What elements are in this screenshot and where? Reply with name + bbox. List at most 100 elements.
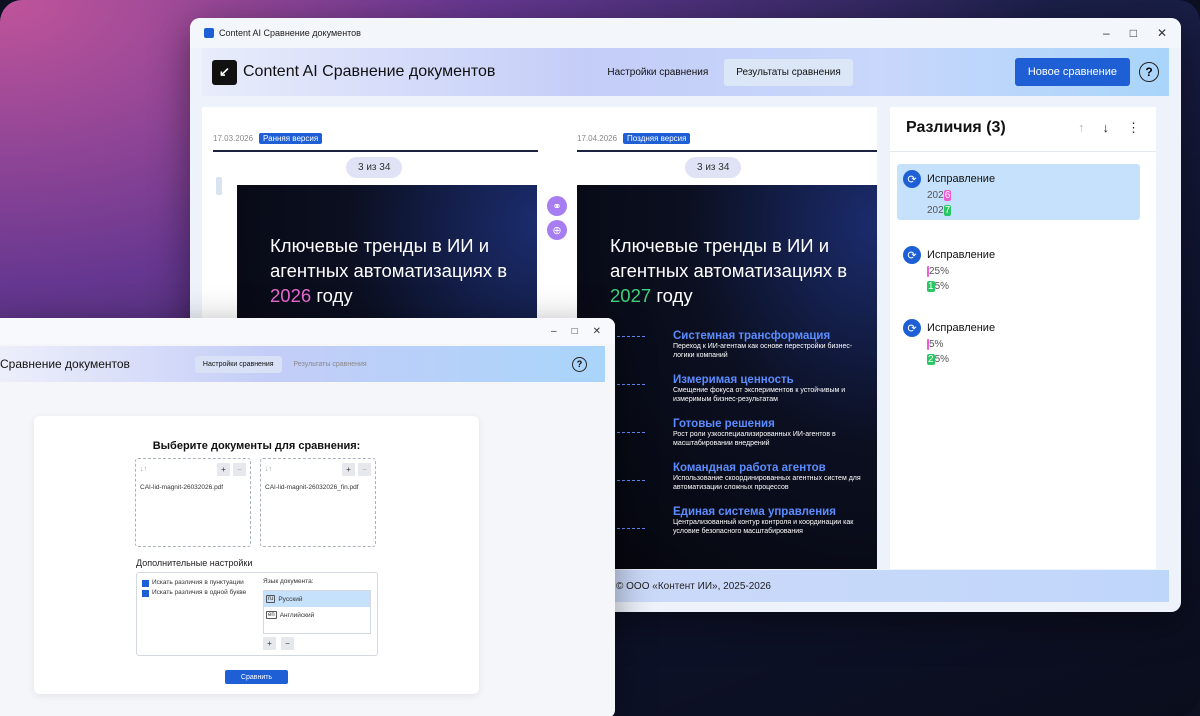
diff-new: 2027 <box>927 203 1132 218</box>
diff-item[interactable]: ⟳ Исправление 25% 15% <box>897 240 1140 296</box>
sync-icon: ⟳ <box>903 170 921 188</box>
lang-name: Русский <box>278 595 303 603</box>
right-pane-header: 17.04.2026 Поздняя версия <box>577 107 877 149</box>
settings-window: – □ ✕ Сравнение документов Настройки сра… <box>0 318 615 716</box>
minimize-button[interactable]: – <box>1103 26 1110 40</box>
remove-language-button[interactable]: − <box>281 637 294 650</box>
item-title: Командная работа агентов <box>673 462 826 474</box>
link-icon[interactable]: ⚭ <box>547 196 567 216</box>
lang-code: ru <box>266 595 276 603</box>
language-item-en[interactable]: en Английский <box>264 607 370 623</box>
help-icon[interactable]: ? <box>572 356 587 372</box>
close-button[interactable]: ✕ <box>1157 26 1167 40</box>
diff-old: 5% <box>927 337 1132 352</box>
diff-old: 25% <box>927 264 1132 279</box>
left-slide-title: Ключевые тренды в ИИ и агентных автомати… <box>270 233 537 308</box>
left-date: 17.03.2026 <box>213 133 254 143</box>
slide-item: Готовые решения Рост роли узкоспециализи… <box>673 418 873 448</box>
new-compare-button[interactable]: Новое сравнение <box>1014 58 1130 86</box>
checkbox[interactable] <box>142 580 149 587</box>
diff-new: 15% <box>927 279 1132 294</box>
left-year-base: 202 <box>270 285 301 306</box>
left-scroll-handle[interactable] <box>216 177 222 195</box>
arrow-up-icon[interactable]: ↑ <box>1078 120 1085 136</box>
option-label: Искать различия в одной букве <box>152 589 247 596</box>
right-date: 17.04.2026 <box>577 133 618 143</box>
lang-code: en <box>266 611 277 619</box>
maximize-button[interactable]: □ <box>572 326 578 337</box>
item-desc: Переход к ИИ-агентам как основе перестро… <box>673 343 853 359</box>
file-name[interactable]: CAI-lid-magnit-26032026_fin.pdf <box>265 484 371 491</box>
options-box: Искать различия в пунктуации Искать разл… <box>136 572 378 656</box>
file-dropzone-right[interactable]: ↓↑ + − CAI-lid-magnit-26032026_fin.pdf <box>260 458 376 547</box>
item-title: Системная трансформация <box>673 330 831 342</box>
right-title-text: Ключевые тренды в ИИ и агентных автомати… <box>610 235 848 281</box>
remove-button[interactable]: − <box>233 463 246 476</box>
add-button[interactable]: + <box>342 463 355 476</box>
diff-new-mark: 7 <box>943 205 952 216</box>
remove-button[interactable]: − <box>358 463 371 476</box>
slide-item: Единая система управления Централизованн… <box>673 506 873 536</box>
lang-name: Английский <box>279 611 315 619</box>
early-version-badge: Ранняя версия <box>259 132 323 144</box>
diff-new-base: 202 <box>927 205 944 216</box>
option-label: Искать различия в пунктуации <box>152 579 244 586</box>
tab-settings[interactable]: Настройки сравнения <box>595 59 720 86</box>
minimize-button[interactable]: – <box>551 326 557 337</box>
diff-item[interactable]: ⟳ Исправление 2026 2027 <box>897 164 1140 220</box>
file-dropzone-left[interactable]: ↓↑ + − CAI-lid-magnit-26032026.pdf <box>135 458 251 547</box>
checkbox[interactable] <box>142 590 149 597</box>
left-title-text: Ключевые тренды в ИИ и агентных автомати… <box>270 235 508 281</box>
left-year-digit: 6 <box>300 285 312 306</box>
close-button[interactable]: ✕ <box>593 326 601 337</box>
add-button[interactable]: + <box>217 463 230 476</box>
diff-new-mark: 1 <box>927 281 935 292</box>
right-slide: Ключевые тренды в ИИ и агентных автомати… <box>577 185 877 569</box>
app-header: ↙ Content AI Сравнение документов Настро… <box>202 48 1169 96</box>
maximize-button[interactable]: □ <box>1130 26 1137 40</box>
slide-items: Системная трансформация Переход к ИИ-аге… <box>673 330 873 550</box>
item-title: Готовые решения <box>673 418 775 430</box>
compare-button[interactable]: Сравнить <box>225 670 288 684</box>
right-page-counter: 3 из 34 <box>685 157 742 178</box>
right-year: 2027 <box>610 285 651 306</box>
left-pane-rule <box>213 150 538 152</box>
main-nav: Настройки сравнения Результаты сравнения <box>595 58 853 86</box>
tab-results[interactable]: Результаты сравнения <box>724 58 853 86</box>
zoom-icon[interactable]: ⊕ <box>547 220 567 240</box>
slide-item: Командная работа агентов Использование с… <box>673 462 873 492</box>
item-desc: Смещение фокуса от экспериментов к устой… <box>673 387 846 403</box>
sort-icon[interactable]: ↓↑ <box>140 466 147 473</box>
item-title: Единая система управления <box>673 506 836 518</box>
extra-settings-title: Дополнительные настройки <box>136 558 253 568</box>
compare-card: Выберите документы для сравнения: ↓↑ + −… <box>34 416 479 694</box>
diff-old: 2026 <box>927 188 1132 203</box>
add-language-button[interactable]: + <box>263 637 276 650</box>
tab-results[interactable]: Результаты сравнения <box>286 356 375 373</box>
diff-panel: Различия (3) ↑ ↓ ⋮ ⟳ Исправление 2026 20… <box>890 107 1156 569</box>
app-title: Content AI Сравнение документов <box>243 63 496 80</box>
settings-titlebar: – □ ✕ <box>0 318 615 344</box>
help-icon[interactable]: ? <box>1139 62 1159 82</box>
settings-app-title: Сравнение документов <box>0 357 130 371</box>
late-version-badge: Поздняя версия <box>623 132 691 144</box>
arrow-down-icon[interactable]: ↓ <box>1103 120 1110 136</box>
more-icon[interactable]: ⋮ <box>1127 120 1140 136</box>
diff-old-base: 202 <box>927 190 944 201</box>
diff-new-mark: 2 <box>927 354 935 365</box>
diff-new-rest: 5% <box>934 354 950 365</box>
option-punctuation[interactable]: Искать различия в пунктуации <box>142 579 252 587</box>
tab-settings[interactable]: Настройки сравнения <box>194 355 282 373</box>
diff-type: Исправление <box>927 322 996 334</box>
option-single-letter[interactable]: Искать различия в одной букве <box>142 589 252 597</box>
diff-item[interactable]: ⟳ Исправление 5% 25% <box>897 313 1140 369</box>
file-name[interactable]: CAI-lid-magnit-26032026.pdf <box>140 484 246 491</box>
language-item-ru[interactable]: ru Русский <box>264 591 370 607</box>
language-label: Язык документа: <box>263 578 314 585</box>
item-desc: Использование скоординированных агентных… <box>673 475 861 491</box>
sort-icon[interactable]: ↓↑ <box>265 466 272 473</box>
settings-nav: Настройки сравнения Результаты сравнения <box>194 355 375 373</box>
slide-item: Измеримая ценность Смещение фокуса от эк… <box>673 374 873 404</box>
settings-header: Сравнение документов Настройки сравнения… <box>0 346 605 382</box>
item-desc: Рост роли узкоспециализированных ИИ-аген… <box>673 431 836 447</box>
